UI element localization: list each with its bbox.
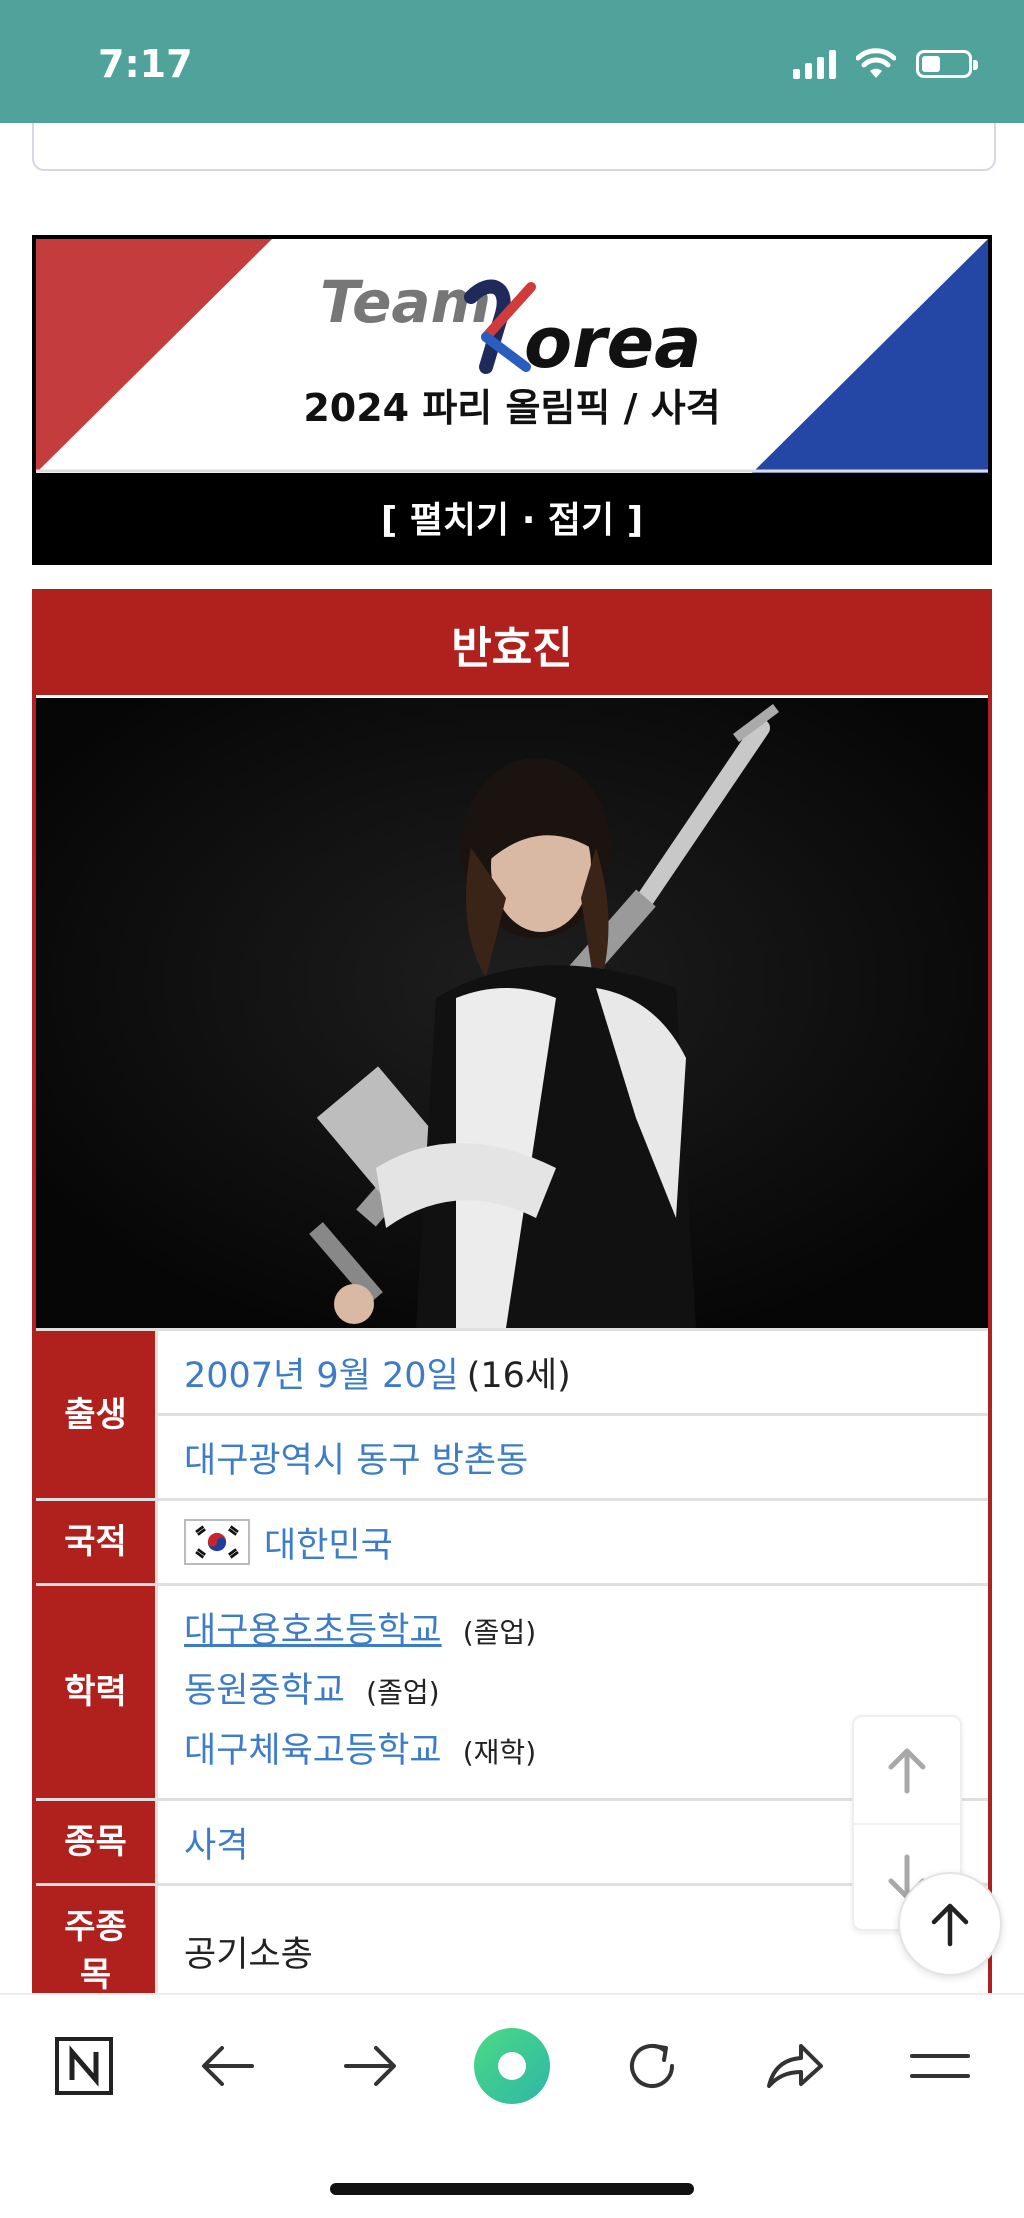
school-status: (재학)	[462, 1736, 537, 1769]
share-icon	[767, 2044, 823, 2088]
education-item: 대구체육고등학교 (재학)	[184, 1722, 962, 1782]
label-birth: 출생	[36, 1331, 158, 1498]
signal-icon	[793, 49, 836, 79]
label-main-event: 주종목	[36, 1886, 158, 1993]
share-button[interactable]	[755, 2025, 835, 2107]
svg-text:orea: orea	[524, 302, 701, 377]
nationality-link[interactable]: 대한민국	[264, 1517, 393, 1568]
team-korea-banner: Team orea 2024 파리 올림픽 / 사격 [ 펼치기 · 접기 ]	[32, 235, 992, 565]
birth-place-link[interactable]: 대구광역시 동구 방촌동	[184, 1432, 528, 1483]
label-education: 학력	[36, 1586, 158, 1798]
sport-link[interactable]: 사격	[184, 1817, 248, 1868]
school-status: (졸업)	[366, 1676, 440, 1709]
label-nationality: 국적	[36, 1501, 158, 1583]
scroll-up-icon	[888, 1748, 926, 1794]
athlete-infobox: 반효진 출생 2007년 9월 20일 (16세) 대구광역시 동구 방촌동 국…	[32, 589, 992, 1993]
korea-flag-icon	[184, 1519, 250, 1565]
row-sport: 종목 사격	[36, 1798, 988, 1883]
infobox-title: 반효진	[36, 593, 988, 698]
home-indicator	[330, 2183, 694, 2195]
main-event-value: 공기소총	[184, 1934, 313, 1975]
green-dot-button[interactable]	[471, 2025, 553, 2107]
education-item: 대구용호초등학교 (졸업)	[184, 1602, 962, 1662]
athlete-photo	[36, 698, 988, 1328]
banner-subtitle: 2024 파리 올림픽 / 사격	[303, 386, 721, 430]
reload-button[interactable]	[612, 2025, 692, 2107]
back-to-top-button[interactable]	[898, 1872, 1002, 1976]
label-sport: 종목	[36, 1801, 158, 1883]
birth-age: (16세)	[466, 1355, 571, 1396]
green-dot-icon	[474, 2028, 550, 2104]
reload-icon	[630, 2044, 674, 2088]
to-top-icon	[931, 1903, 969, 1947]
naver-icon	[55, 2037, 113, 2095]
birth-date-link[interactable]: 2007년 9월 20일	[184, 1347, 459, 1398]
row-birth: 출생 2007년 9월 20일 (16세) 대구광역시 동구 방촌동	[36, 1328, 988, 1498]
expand-collapse-toggle[interactable]: [ 펼치기 · 접기 ]	[36, 473, 988, 561]
battery-icon	[916, 50, 978, 78]
team-korea-logo: Team orea	[320, 268, 701, 377]
forward-arrow-icon	[344, 2046, 396, 2086]
back-button[interactable]	[188, 2025, 268, 2107]
svg-text:Team: Team	[320, 268, 491, 336]
row-education: 학력 대구용호초등학교 (졸업) 동원중학교 (졸업) 대구체육고등학교 (재학…	[36, 1583, 988, 1798]
status-time: 7:17	[98, 42, 193, 86]
menu-icon	[910, 2054, 970, 2078]
menu-button[interactable]	[900, 2025, 980, 2107]
school-link[interactable]: 대구체육고등학교	[184, 1731, 442, 1771]
forward-button[interactable]	[330, 2025, 410, 2107]
school-link[interactable]: 동원중학교	[184, 1671, 345, 1711]
row-nationality: 국적 대한민국	[36, 1498, 988, 1583]
education-item: 동원중학교 (졸업)	[184, 1662, 962, 1722]
row-main-event: 주종목 공기소총	[36, 1883, 988, 1993]
back-arrow-icon	[202, 2046, 254, 2086]
school-status: (졸업)	[462, 1616, 537, 1649]
browser-toolbar	[0, 1993, 1024, 2218]
previous-section-box	[32, 123, 996, 171]
status-bar: 7:17	[0, 0, 1024, 123]
naver-home-button[interactable]	[44, 2025, 124, 2107]
wifi-icon	[856, 48, 896, 78]
school-link[interactable]: 대구용호초등학교	[184, 1611, 442, 1651]
page-content: Team orea 2024 파리 올림픽 / 사격 [ 펼치기 · 접기 ] …	[0, 123, 1024, 1993]
scroll-up-button[interactable]	[854, 1717, 960, 1823]
